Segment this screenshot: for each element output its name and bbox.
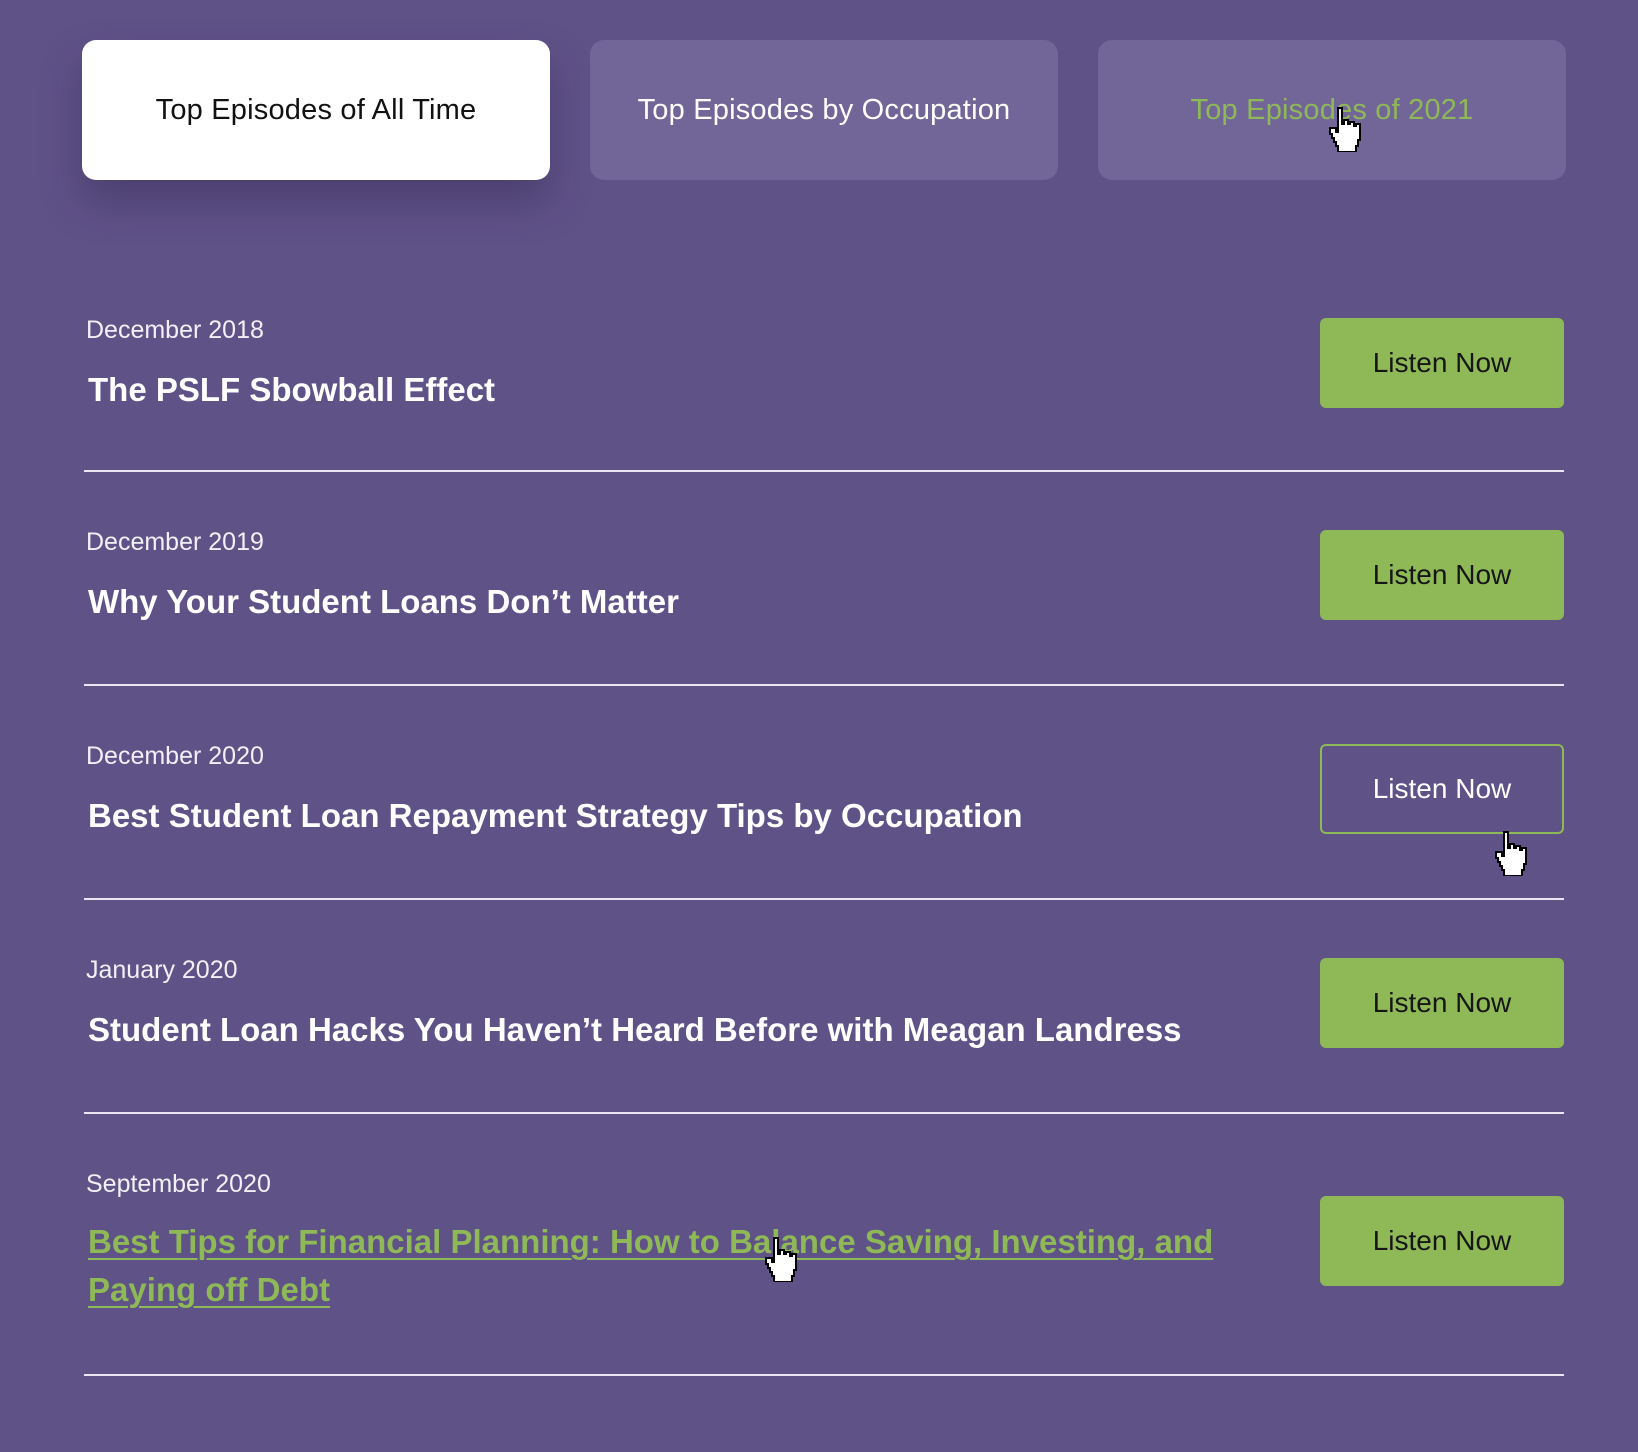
episode-date: December 2018: [86, 316, 264, 344]
tab-top-episodes-2021[interactable]: Top Episodes of 2021: [1098, 40, 1566, 180]
listen-now-button[interactable]: Listen Now: [1320, 318, 1564, 408]
episode-tabs: Top Episodes of All Time Top Episodes by…: [82, 40, 1566, 180]
episode-item: September 2020 Best Tips for Financial P…: [84, 1114, 1564, 1376]
listen-now-button[interactable]: Listen Now: [1320, 530, 1564, 620]
episode-title[interactable]: Student Loan Hacks You Haven’t Heard Bef…: [88, 1006, 1218, 1054]
tab-top-episodes-all-time[interactable]: Top Episodes of All Time: [82, 40, 550, 180]
listen-now-button[interactable]: Listen Now: [1320, 1196, 1564, 1286]
episode-item: January 2020 Student Loan Hacks You Have…: [84, 900, 1564, 1114]
episode-title[interactable]: The PSLF Sbowball Effect: [88, 366, 1218, 414]
episode-date: December 2020: [86, 742, 264, 770]
listen-now-button[interactable]: Listen Now: [1320, 744, 1564, 834]
episode-date: September 2020: [86, 1170, 271, 1198]
episode-list: December 2018 The PSLF Sbowball Effect L…: [84, 262, 1564, 1376]
episode-title[interactable]: Best Student Loan Repayment Strategy Tip…: [88, 792, 1218, 840]
listen-now-button[interactable]: Listen Now: [1320, 958, 1564, 1048]
episode-item: December 2020 Best Student Loan Repaymen…: [84, 686, 1564, 900]
episode-date: December 2019: [86, 528, 264, 556]
episode-item: December 2019 Why Your Student Loans Don…: [84, 472, 1564, 686]
tab-top-episodes-by-occupation[interactable]: Top Episodes by Occupation: [590, 40, 1058, 180]
episode-title[interactable]: Why Your Student Loans Don’t Matter: [88, 578, 1218, 626]
episode-date: January 2020: [86, 956, 238, 984]
episode-item: December 2018 The PSLF Sbowball Effect L…: [84, 262, 1564, 472]
episode-title-link[interactable]: Best Tips for Financial Planning: How to…: [88, 1218, 1218, 1314]
